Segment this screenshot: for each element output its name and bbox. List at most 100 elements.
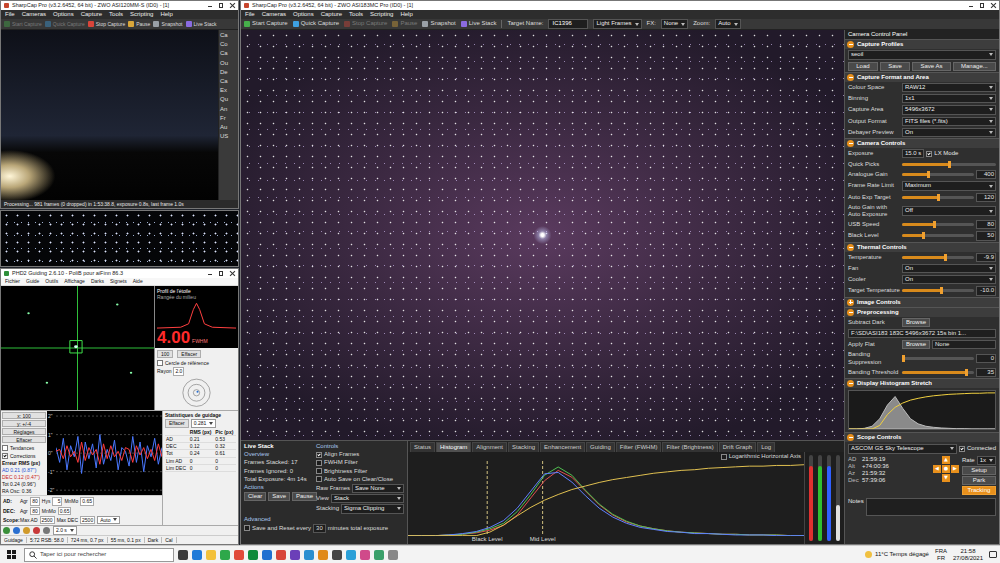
dropdown[interactable]: Maximum [902, 181, 996, 190]
collapse-icon[interactable] [847, 434, 854, 441]
button[interactable]: Park [962, 476, 996, 485]
dropdown[interactable]: FITS files (*.fits) [902, 117, 996, 126]
side-tab[interactable]: Fr [220, 115, 237, 122]
dropdown[interactable]: Sigma Clipping [341, 504, 404, 513]
checkbox[interactable] [959, 446, 965, 452]
minutes-field[interactable]: 30 [313, 524, 326, 533]
tab[interactable]: Drift Graph [719, 442, 756, 452]
dropdown[interactable]: None [661, 19, 688, 28]
dropdown[interactable]: 1x [977, 456, 996, 465]
menu-item[interactable]: File [5, 11, 15, 18]
button[interactable]: Tracking [962, 486, 996, 495]
tab[interactable]: Alignment [472, 442, 507, 452]
side-tab[interactable]: Ex [220, 87, 237, 94]
slider-track[interactable] [902, 256, 974, 259]
collapse-icon[interactable] [847, 244, 854, 251]
menu-item[interactable]: Scripting [130, 11, 153, 18]
slider-handle[interactable] [927, 171, 930, 178]
dropdown-arrow-icon[interactable] [989, 278, 993, 281]
slider-track[interactable] [902, 163, 996, 166]
vertical-slider-track[interactable] [836, 455, 840, 541]
side-tab[interactable]: Ou [220, 60, 237, 67]
app-icon[interactable] [220, 550, 230, 560]
menu-item[interactable]: Options [293, 11, 314, 18]
side-tab[interactable]: Co [220, 41, 237, 48]
dropdown[interactable]: RAW12 [902, 83, 996, 92]
app-icon[interactable] [178, 550, 188, 560]
button[interactable]: Effacer [177, 350, 201, 358]
input-language[interactable]: FRAFR [935, 548, 947, 562]
button[interactable]: Effacer [2, 436, 46, 443]
button[interactable]: Browse [902, 340, 930, 349]
checkbox-label[interactable]: FWHM Filter [324, 459, 358, 466]
button[interactable]: y: +/-4 [2, 420, 46, 427]
toolbar-button[interactable]: Stop Capture [88, 21, 125, 27]
dropdown-arrow-icon[interactable] [397, 507, 401, 510]
menu-item[interactable]: File [245, 11, 255, 18]
notification-icon[interactable] [989, 551, 997, 558]
side-tab[interactable]: US [220, 133, 237, 140]
checkbox[interactable] [316, 468, 322, 474]
dropdown[interactable]: ASCOM GS Sky Telescope [848, 444, 957, 453]
checkbox[interactable] [157, 360, 163, 366]
side-tab[interactable]: Au [220, 124, 237, 131]
slider-track[interactable] [902, 234, 974, 237]
app-icon[interactable] [332, 550, 342, 560]
dropdown[interactable]: 5496x3672 [902, 105, 996, 114]
dropdown-arrow-icon[interactable] [989, 131, 993, 134]
value-box[interactable]: 120 [976, 193, 996, 202]
setting-field[interactable]: 0.65 [80, 497, 94, 505]
checkbox[interactable] [721, 454, 727, 460]
section-header[interactable]: Capture Format and Area [845, 72, 999, 82]
app-icon[interactable] [304, 550, 314, 560]
tab[interactable]: Stacking [508, 442, 539, 452]
checkbox-label[interactable]: Logarithmic Horizontal Axis [729, 453, 801, 460]
menu-item[interactable]: Signets [110, 278, 127, 284]
section-header[interactable]: Camera Controls [845, 138, 999, 148]
button[interactable]: Pause [292, 492, 317, 501]
button[interactable]: Setup [962, 466, 996, 475]
side-tab[interactable]: Qu [220, 96, 237, 103]
dropdown[interactable]: seoil [848, 50, 996, 59]
dropdown[interactable]: Off [902, 206, 996, 215]
toolbar-button[interactable]: Snapshot [153, 21, 182, 27]
dropdown-arrow-icon[interactable] [989, 108, 993, 111]
button[interactable]: Réglages [2, 428, 46, 435]
button[interactable]: Manage... [953, 62, 996, 71]
collapse-icon[interactable] [847, 41, 854, 48]
side-tab[interactable]: Ca [220, 50, 237, 57]
tab[interactable]: Guiding [586, 442, 615, 452]
vertical-slider-track[interactable] [809, 455, 813, 541]
tab[interactable]: Status [410, 442, 435, 452]
checkbox[interactable] [316, 452, 322, 458]
value-box[interactable]: -10.0 [976, 286, 996, 295]
menu-item[interactable]: Help [400, 11, 412, 18]
dropdown[interactable]: On [902, 264, 996, 273]
toolbar-button[interactable]: Start Capture [244, 20, 288, 27]
checkbox-label[interactable]: Corrections [10, 453, 36, 459]
dropdown-arrow-icon[interactable] [989, 459, 993, 462]
maximize-icon[interactable] [217, 2, 225, 9]
menu-item[interactable]: Capture [321, 11, 342, 18]
side-tab[interactable]: An [220, 106, 237, 113]
maximize-icon[interactable] [978, 2, 986, 9]
button[interactable]: Effacer [165, 419, 189, 427]
dropdown[interactable]: Save None [352, 484, 404, 493]
slider-track[interactable] [902, 173, 974, 176]
value-box[interactable]: 35 [976, 368, 996, 377]
toolbar-button[interactable]: Snapshot [422, 20, 455, 27]
menu-item[interactable]: Options [53, 11, 74, 18]
setting-field[interactable]: 2500 [40, 516, 55, 524]
dropdown-arrow-icon[interactable] [989, 185, 993, 188]
button[interactable]: 100 [157, 350, 173, 358]
button[interactable]: Save [268, 492, 290, 501]
app-icon[interactable] [346, 550, 356, 560]
slider-handle[interactable] [933, 221, 936, 228]
setting-field[interactable]: 80 [30, 497, 40, 505]
side-tab[interactable]: Ca [220, 78, 237, 85]
dropdown-arrow-icon[interactable] [113, 518, 117, 521]
dropdown-arrow-icon[interactable] [70, 529, 74, 532]
slider-track[interactable] [902, 357, 974, 360]
menu-item[interactable]: Help [160, 11, 172, 18]
slider-handle[interactable] [902, 355, 905, 362]
